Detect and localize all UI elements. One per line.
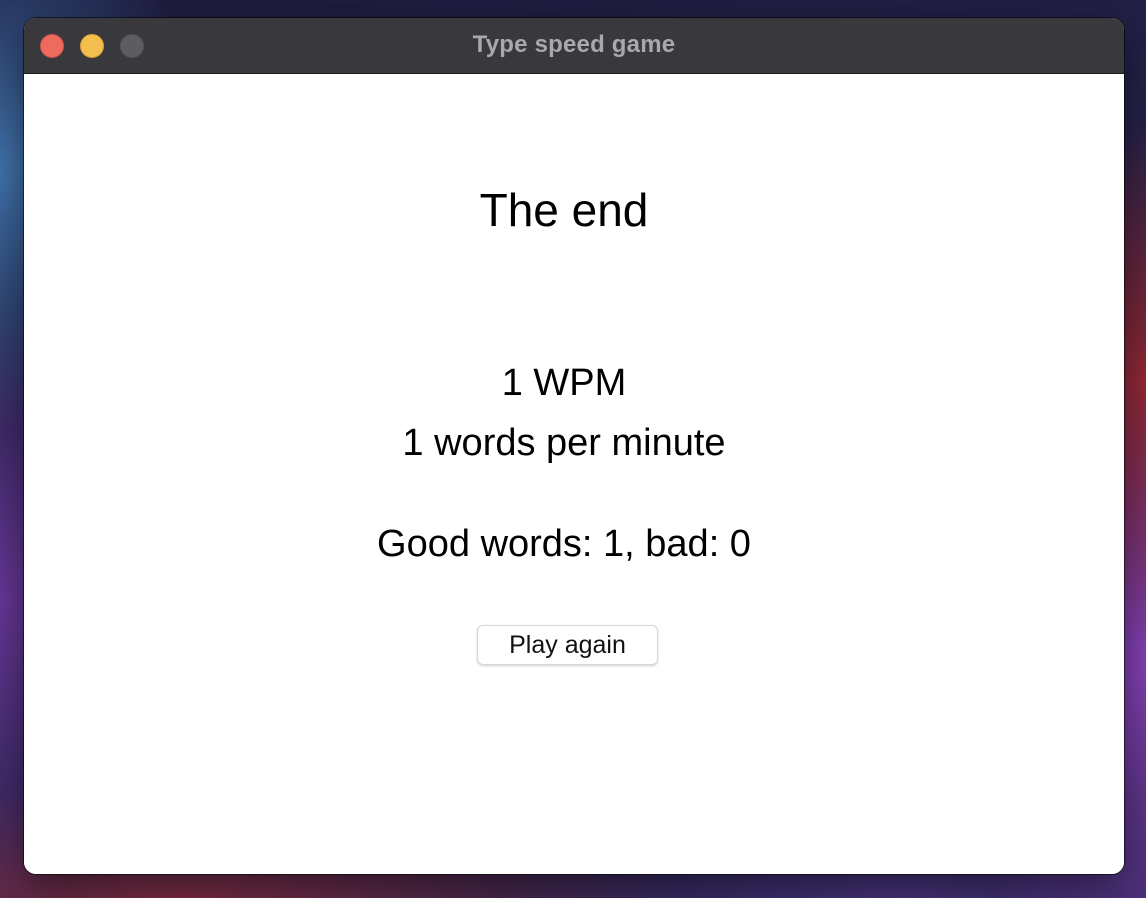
- title-bar[interactable]: Type speed game: [24, 18, 1124, 74]
- wpm-result: 1 WPM: [501, 362, 627, 404]
- window-title: Type speed game: [472, 31, 676, 58]
- game-over-heading: The end: [479, 184, 649, 236]
- play-again-button[interactable]: Play again: [477, 625, 658, 665]
- app-window: Type speed game The end 1 WPM 1 words pe…: [24, 18, 1124, 874]
- game-over-screen: The end 1 WPM 1 words per minute Good wo…: [24, 74, 1124, 874]
- score-summary: Good words: 1, bad: 0: [377, 523, 751, 565]
- words-per-minute-result: 1 words per minute: [402, 422, 726, 464]
